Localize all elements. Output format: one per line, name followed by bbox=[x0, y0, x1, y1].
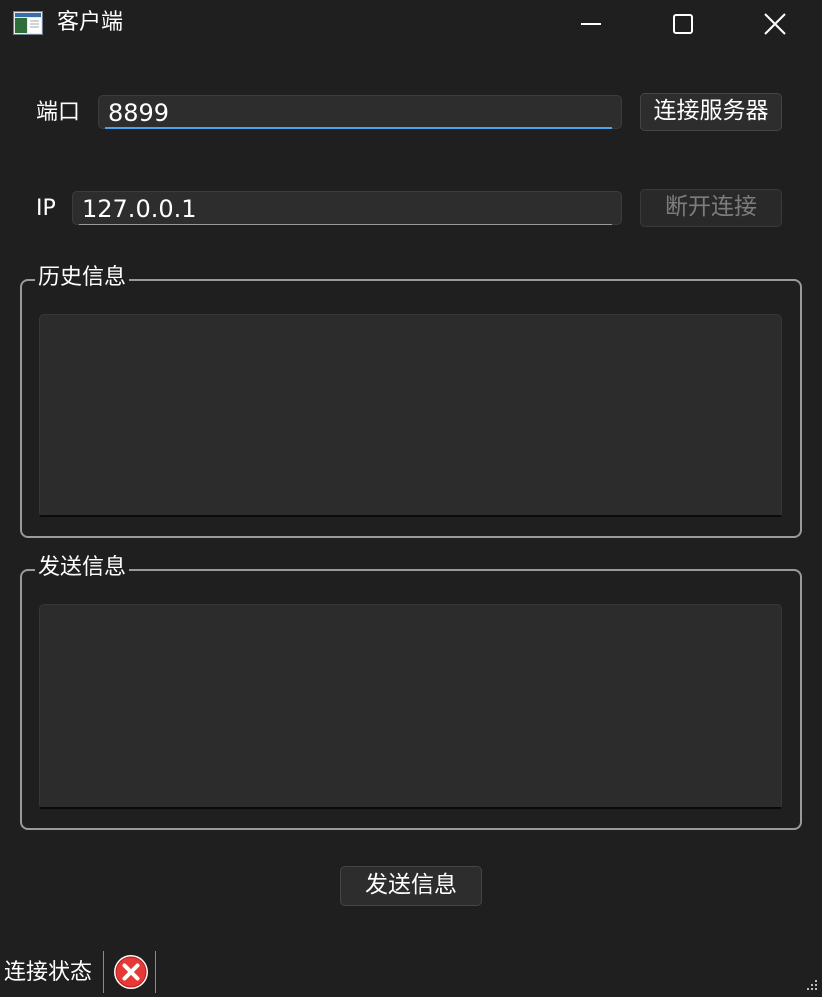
window-title: 客户端 bbox=[57, 10, 124, 35]
maximize-icon bbox=[673, 14, 693, 34]
ip-value: 127.0.0.1 bbox=[82, 195, 197, 223]
port-value: 8899 bbox=[108, 99, 170, 127]
ip-input[interactable]: 127.0.0.1 bbox=[72, 191, 622, 225]
close-button[interactable] bbox=[729, 0, 821, 48]
send-textarea-underline bbox=[40, 807, 781, 809]
connect-server-button[interactable]: 连接服务器 bbox=[640, 93, 782, 131]
disconnected-error-icon bbox=[114, 955, 148, 989]
disconnect-button[interactable]: 断开连接 bbox=[640, 189, 782, 227]
minimize-button[interactable] bbox=[545, 0, 637, 48]
port-input-focus-underline bbox=[105, 127, 612, 129]
resize-grip-icon[interactable] bbox=[804, 979, 818, 993]
ip-input-underline bbox=[79, 224, 612, 225]
port-input[interactable]: 8899 bbox=[98, 95, 622, 129]
send-textarea[interactable] bbox=[39, 604, 782, 809]
title-bar[interactable]: 客户端 bbox=[0, 0, 822, 48]
send-message-button[interactable]: 发送信息 bbox=[340, 866, 482, 906]
ip-label: IP bbox=[36, 196, 56, 221]
send-title: 发送信息 bbox=[35, 554, 130, 582]
status-separator bbox=[103, 951, 104, 993]
port-label: 端口 bbox=[36, 100, 81, 125]
client-window: 客户端 端口 8899 连接服务器 IP 127.0.0.1 断开连接 历史信息… bbox=[0, 0, 822, 997]
history-textarea[interactable] bbox=[39, 314, 782, 517]
minimize-icon bbox=[581, 23, 601, 25]
maximize-button[interactable] bbox=[637, 0, 729, 48]
history-textarea-underline bbox=[40, 515, 781, 517]
history-title: 历史信息 bbox=[35, 264, 130, 292]
status-separator-end bbox=[155, 951, 156, 993]
connection-status-label: 连接状态 bbox=[4, 960, 93, 985]
close-icon bbox=[764, 13, 786, 35]
app-window-icon bbox=[13, 11, 43, 35]
